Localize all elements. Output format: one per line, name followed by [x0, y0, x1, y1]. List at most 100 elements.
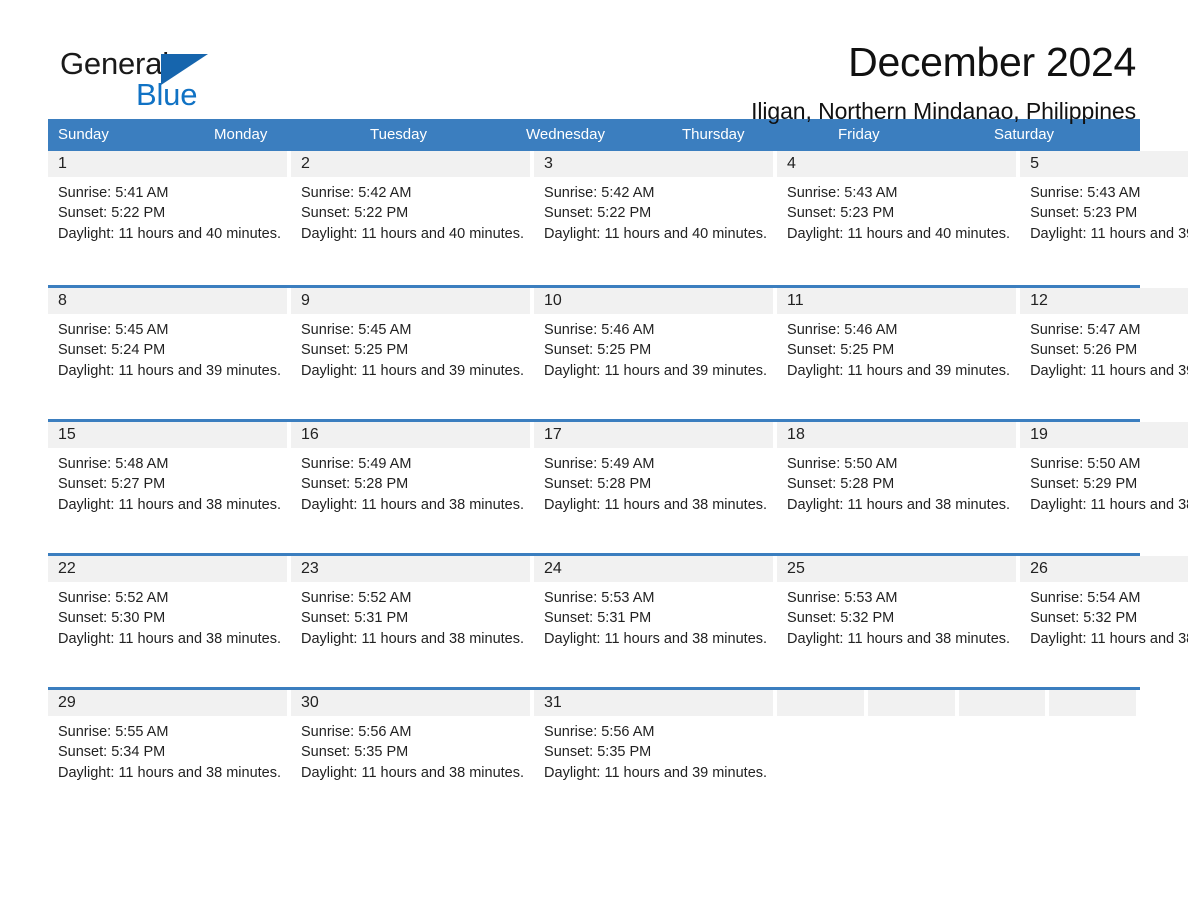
sunrise-text: Sunrise: 5:42 AM	[301, 185, 412, 201]
day-number-band: 15	[48, 422, 288, 448]
sunset-text: Sunset: 5:25 PM	[544, 342, 652, 359]
day-cell[interactable]: 19 Sunrise: 5:50 AM Sunset: 5:29 PM Dayl…	[1020, 422, 1188, 553]
sunset-text: Sunset: 5:22 PM	[58, 205, 166, 222]
sunset-text: Sunset: 5:31 PM	[301, 610, 409, 627]
day-cell[interactable]: 31 Sunrise: 5:56 AM Sunset: 5:35 PM Dayl…	[534, 690, 777, 821]
day-cell[interactable]: 23 Sunrise: 5:52 AM Sunset: 5:31 PM Dayl…	[291, 556, 534, 687]
day-number-band	[777, 690, 864, 716]
day-number: 25	[787, 560, 805, 577]
day-cell[interactable]: 9 Sunrise: 5:45 AM Sunset: 5:25 PM Dayli…	[291, 288, 534, 419]
day-number: 4	[787, 155, 796, 172]
day-number: 12	[1030, 292, 1048, 309]
sunset-text: Sunset: 5:32 PM	[1030, 610, 1138, 627]
daylight-text: Daylight: 11 hours and 38 minutes.	[1030, 630, 1188, 647]
day-number-band: 10	[534, 288, 774, 314]
sunrise-text: Sunrise: 5:49 AM	[301, 456, 412, 472]
daylight-text: Daylight: 11 hours and 40 minutes.	[301, 225, 525, 242]
sunrise-text: Sunrise: 5:56 AM	[544, 724, 655, 740]
day-number: 10	[544, 292, 562, 309]
day-cell[interactable]: 8 Sunrise: 5:45 AM Sunset: 5:24 PM Dayli…	[48, 288, 291, 419]
day-cell[interactable]: 1 Sunrise: 5:41 AM Sunset: 5:22 PM Dayli…	[48, 151, 291, 285]
day-info: Sunrise: 5:50 AM Sunset: 5:29 PM Dayligh…	[1020, 448, 1188, 515]
sunrise-text: Sunrise: 5:49 AM	[544, 456, 655, 472]
day-cell[interactable]: 11 Sunrise: 5:46 AM Sunset: 5:25 PM Dayl…	[777, 288, 1020, 419]
day-number-band: 4	[777, 151, 1017, 177]
sunset-text: Sunset: 5:25 PM	[301, 342, 409, 359]
daylight-text: Daylight: 11 hours and 39 minutes.	[1030, 362, 1188, 379]
day-cell[interactable]: 17 Sunrise: 5:49 AM Sunset: 5:28 PM Dayl…	[534, 422, 777, 553]
day-number-band	[1049, 690, 1136, 716]
day-info: Sunrise: 5:46 AM Sunset: 5:25 PM Dayligh…	[777, 314, 1016, 381]
sunrise-text: Sunrise: 5:47 AM	[1030, 322, 1141, 338]
day-number-band: 11	[777, 288, 1017, 314]
day-number: 1	[58, 155, 67, 172]
day-number-band: 24	[534, 556, 774, 582]
day-cell[interactable]: 22 Sunrise: 5:52 AM Sunset: 5:30 PM Dayl…	[48, 556, 291, 687]
page-header: General Blue December 2024 Iligan, North…	[48, 0, 1140, 124]
day-number-band: 12	[1020, 288, 1188, 314]
day-number: 11	[787, 292, 804, 309]
day-cell[interactable]: 10 Sunrise: 5:46 AM Sunset: 5:25 PM Dayl…	[534, 288, 777, 419]
day-cell[interactable]: 16 Sunrise: 5:49 AM Sunset: 5:28 PM Dayl…	[291, 422, 534, 553]
calendar-page: General Blue December 2024 Iligan, North…	[0, 0, 1188, 918]
sunset-text: Sunset: 5:31 PM	[544, 610, 652, 627]
day-number-band: 18	[777, 422, 1017, 448]
day-cell[interactable]: 29 Sunrise: 5:55 AM Sunset: 5:34 PM Dayl…	[48, 690, 291, 821]
sunrise-text: Sunrise: 5:56 AM	[301, 724, 412, 740]
day-info: Sunrise: 5:52 AM Sunset: 5:31 PM Dayligh…	[291, 582, 530, 649]
day-info: Sunrise: 5:56 AM Sunset: 5:35 PM Dayligh…	[291, 716, 530, 783]
day-cell[interactable]: 4 Sunrise: 5:43 AM Sunset: 5:23 PM Dayli…	[777, 151, 1020, 285]
sunrise-text: Sunrise: 5:53 AM	[544, 590, 655, 606]
day-cell[interactable]: 3 Sunrise: 5:42 AM Sunset: 5:22 PM Dayli…	[534, 151, 777, 285]
day-cell[interactable]: 24 Sunrise: 5:53 AM Sunset: 5:31 PM Dayl…	[534, 556, 777, 687]
sunset-text: Sunset: 5:29 PM	[1030, 476, 1138, 493]
day-number: 16	[301, 426, 319, 443]
day-info: Sunrise: 5:55 AM Sunset: 5:34 PM Dayligh…	[48, 716, 287, 783]
general-blue-logo[interactable]: General Blue	[60, 46, 260, 116]
day-number: 22	[58, 560, 76, 577]
day-number-band: 16	[291, 422, 531, 448]
day-info: Sunrise: 5:42 AM Sunset: 5:22 PM Dayligh…	[291, 177, 530, 244]
week-row: 8 Sunrise: 5:45 AM Sunset: 5:24 PM Dayli…	[48, 285, 1188, 419]
day-cell-empty	[958, 690, 1050, 821]
day-info: Sunrise: 5:54 AM Sunset: 5:32 PM Dayligh…	[1020, 582, 1188, 649]
day-cell-empty	[777, 690, 868, 821]
day-info: Sunrise: 5:42 AM Sunset: 5:22 PM Dayligh…	[534, 177, 773, 244]
sunset-text: Sunset: 5:25 PM	[787, 342, 895, 359]
sunset-text: Sunset: 5:35 PM	[544, 744, 652, 761]
day-cell[interactable]: 18 Sunrise: 5:50 AM Sunset: 5:28 PM Dayl…	[777, 422, 1020, 553]
day-number-band: 5	[1020, 151, 1188, 177]
day-number-band: 19	[1020, 422, 1188, 448]
day-cell[interactable]: 12 Sunrise: 5:47 AM Sunset: 5:26 PM Dayl…	[1020, 288, 1188, 419]
day-cell[interactable]: 26 Sunrise: 5:54 AM Sunset: 5:32 PM Dayl…	[1020, 556, 1188, 687]
sunrise-text: Sunrise: 5:48 AM	[58, 456, 169, 472]
sunset-text: Sunset: 5:24 PM	[58, 342, 166, 359]
day-number: 30	[301, 694, 319, 711]
day-cell[interactable]: 15 Sunrise: 5:48 AM Sunset: 5:27 PM Dayl…	[48, 422, 291, 553]
sunset-text: Sunset: 5:30 PM	[58, 610, 166, 627]
sunset-text: Sunset: 5:27 PM	[58, 476, 166, 493]
day-number: 26	[1030, 560, 1048, 577]
sunrise-text: Sunrise: 5:45 AM	[301, 322, 412, 338]
week-row: 1 Sunrise: 5:41 AM Sunset: 5:22 PM Dayli…	[48, 151, 1188, 285]
day-cell[interactable]: 2 Sunrise: 5:42 AM Sunset: 5:22 PM Dayli…	[291, 151, 534, 285]
daylight-text: Daylight: 11 hours and 38 minutes.	[58, 630, 282, 647]
sunrise-text: Sunrise: 5:41 AM	[58, 185, 169, 201]
day-number: 17	[544, 426, 562, 443]
day-number-band: 22	[48, 556, 288, 582]
sunset-text: Sunset: 5:23 PM	[1030, 205, 1138, 222]
day-number-band: 31	[534, 690, 774, 716]
day-info: Sunrise: 5:49 AM Sunset: 5:28 PM Dayligh…	[291, 448, 530, 515]
sunset-text: Sunset: 5:28 PM	[544, 476, 652, 493]
day-number: 5	[1030, 155, 1039, 172]
day-cell[interactable]: 30 Sunrise: 5:56 AM Sunset: 5:35 PM Dayl…	[291, 690, 534, 821]
sunrise-text: Sunrise: 5:53 AM	[787, 590, 898, 606]
sunset-text: Sunset: 5:23 PM	[787, 205, 895, 222]
day-cell[interactable]: 5 Sunrise: 5:43 AM Sunset: 5:23 PM Dayli…	[1020, 151, 1188, 285]
sunrise-text: Sunrise: 5:50 AM	[787, 456, 898, 472]
day-cell[interactable]: 25 Sunrise: 5:53 AM Sunset: 5:32 PM Dayl…	[777, 556, 1020, 687]
day-info: Sunrise: 5:48 AM Sunset: 5:27 PM Dayligh…	[48, 448, 287, 515]
sunset-text: Sunset: 5:22 PM	[301, 205, 409, 222]
day-info: Sunrise: 5:45 AM Sunset: 5:25 PM Dayligh…	[291, 314, 530, 381]
week-row: 15 Sunrise: 5:48 AM Sunset: 5:27 PM Dayl…	[48, 419, 1188, 553]
